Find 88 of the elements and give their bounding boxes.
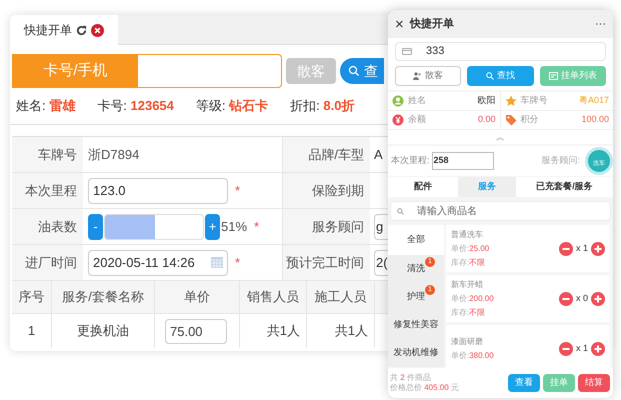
close-icon[interactable]	[91, 24, 104, 36]
refresh-icon[interactable]	[76, 24, 87, 36]
date-value: 2020-05-11 14:26	[93, 254, 195, 272]
fuel-gauge[interactable]	[104, 214, 204, 240]
plus-icon[interactable]	[591, 292, 605, 306]
mileage-label: 本次里程:	[391, 154, 430, 168]
column-header: 销售人员	[240, 281, 307, 313]
quantity: x 0	[575, 292, 589, 305]
required-mark: *	[254, 218, 260, 236]
column-header: 施工人员	[307, 281, 375, 313]
info-value: 粤A017	[578, 94, 609, 108]
tab-label: 快捷开单	[24, 22, 72, 39]
price-field[interactable]: 75.00	[165, 318, 227, 344]
tab[interactable]: 快捷开单	[10, 15, 118, 45]
advisor-label: 服务顾问:	[542, 154, 580, 168]
product-name: 新车开蜡	[451, 278, 484, 290]
info-label: 余额	[408, 113, 427, 126]
form-label: 车牌号	[12, 137, 83, 172]
category-item[interactable]: 修复性美容	[388, 311, 444, 339]
minus-icon[interactable]	[559, 292, 573, 306]
search-icon	[397, 208, 404, 215]
table-cell: 共1人	[240, 314, 307, 348]
form-label: 品牌/车型	[282, 137, 370, 172]
category-item[interactable]: 全部	[388, 225, 444, 255]
people-icon	[413, 72, 422, 80]
field-label: 卡号/手机	[13, 55, 138, 87]
yen-icon	[392, 114, 404, 126]
fuel-reading: 51%	[221, 218, 248, 236]
column-header: 单价	[155, 281, 240, 313]
column-header: 序号	[12, 281, 52, 313]
member-info: 姓名: 雷雄	[16, 97, 76, 116]
more-button[interactable]: ···	[595, 16, 606, 32]
member-info: 等级: 钻石卡	[196, 97, 268, 116]
product-search-field[interactable]: 请输入商品名	[391, 202, 610, 220]
form-label: 油表数	[12, 209, 83, 244]
total-price: 价格总价 405.00 元	[390, 383, 460, 393]
info-label: 姓名	[408, 94, 427, 108]
minus-icon[interactable]	[559, 242, 573, 256]
plus-icon[interactable]	[591, 342, 605, 356]
info-value: 欧阳	[478, 94, 496, 108]
tag-icon	[504, 114, 516, 126]
list-icon	[548, 72, 558, 80]
search-icon	[348, 65, 360, 77]
table-cell: 1	[12, 314, 52, 348]
member-info: 卡号: 123654	[97, 97, 174, 116]
card-icon	[402, 48, 412, 55]
mileage-field[interactable]: 258	[432, 152, 494, 170]
checkout-button[interactable]: 结算	[578, 374, 610, 392]
product-price: 单价:25.00	[451, 242, 490, 254]
plus-icon[interactable]	[591, 242, 605, 256]
info-value: 100.00	[581, 113, 609, 126]
product-price: 单价:380.00	[451, 350, 495, 362]
info-value: 0.00	[478, 113, 496, 126]
form-label: 预计完工时间	[282, 245, 370, 280]
product-name: 漆面研磨	[451, 336, 484, 348]
table-cell: 更换机油	[52, 314, 155, 348]
minus-icon[interactable]	[559, 342, 573, 356]
close-button[interactable]: ×	[395, 16, 404, 32]
column-header: 服务/套餐名称	[52, 281, 155, 313]
product-stock: 库存:不限	[451, 306, 486, 318]
search-icon	[486, 72, 494, 80]
brand-value: A	[374, 146, 383, 164]
quantity: x 1	[575, 342, 589, 355]
panel-title: 快捷开单	[410, 16, 455, 32]
mileage-field[interactable]: 123.0	[88, 178, 228, 204]
walk-in-button[interactable]: 散客	[395, 66, 462, 86]
form-label: 进厂时间	[12, 245, 83, 280]
form-label: 保险到期	[282, 173, 370, 208]
product-name: 普通洗车	[451, 228, 484, 240]
product-price: 单价:200.00	[451, 292, 495, 304]
table-cell: 共1人	[307, 314, 375, 348]
person-icon	[392, 95, 404, 107]
product-stock: 库存:不限	[451, 256, 486, 268]
info-label: 积分	[520, 113, 540, 126]
required-mark: *	[235, 254, 240, 272]
form-label: 服务顾问	[282, 209, 370, 244]
card-number: 333	[426, 44, 444, 60]
category-item[interactable]: 发动机维修	[388, 339, 444, 367]
date-field[interactable]: 2020-05-11 14:26	[88, 250, 228, 276]
form-label: 本次里程	[12, 173, 83, 208]
item-count: 共 2 件商品	[390, 373, 432, 383]
info-label: 车牌号	[520, 94, 548, 108]
card-number-field[interactable]: 333	[395, 42, 606, 61]
member-info: 折扣: 8.0折	[290, 97, 354, 116]
star-icon	[504, 95, 516, 107]
required-mark: *	[235, 182, 240, 200]
plate-value: 浙D7894	[88, 146, 140, 164]
quantity: x 1	[575, 242, 589, 255]
